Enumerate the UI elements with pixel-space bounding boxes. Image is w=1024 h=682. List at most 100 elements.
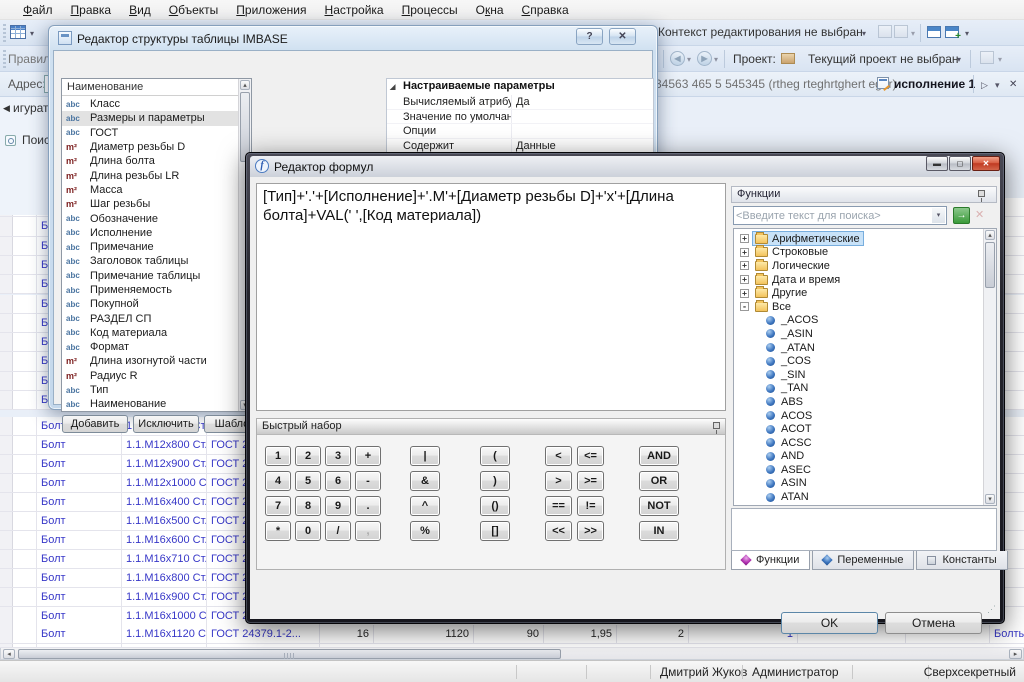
- keypad-button[interactable]: 1: [265, 446, 291, 466]
- keypad-button[interactable]: 4: [265, 471, 291, 491]
- keypad-button[interactable]: 8: [295, 496, 321, 516]
- chevron-down-icon[interactable]: ▾: [932, 208, 945, 223]
- list-header[interactable]: Наименование: [62, 79, 239, 96]
- document-tab[interactable]: 34563 465 5 545345 (rtheg rteghrtghert e…: [655, 77, 897, 91]
- attribute-item[interactable]: abcРазмеры и параметры: [62, 111, 239, 125]
- maximize-button[interactable]: ◻: [949, 156, 971, 171]
- keypad-button[interactable]: ==: [545, 496, 572, 516]
- chevron-down-icon[interactable]: ▾: [957, 55, 961, 64]
- keypad-button[interactable]: 7: [265, 496, 291, 516]
- project-combo[interactable]: Текущий проект не выбран: [808, 52, 959, 66]
- attribute-item[interactable]: m²Масса: [62, 183, 239, 197]
- attribute-item[interactable]: m²Радиус R: [62, 369, 239, 383]
- property-row[interactable]: Вычисляемый атрибутДа: [387, 95, 653, 110]
- close-tab-icon[interactable]: ✕: [1009, 79, 1017, 90]
- tree-function[interactable]: _ATAN: [736, 341, 972, 355]
- tree-scrollbar[interactable]: ▴ ▾: [983, 229, 996, 505]
- keypad-button[interactable]: <: [545, 446, 572, 466]
- expand-icon[interactable]: +: [740, 289, 749, 298]
- tree-category[interactable]: +Строковые: [736, 246, 972, 260]
- close-button[interactable]: ✕: [972, 156, 1000, 171]
- menu-item-2[interactable]: Вид: [120, 1, 160, 19]
- chevron-down-icon[interactable]: ▾: [30, 29, 34, 38]
- keypad-button[interactable]: NOT: [639, 496, 679, 516]
- dialog-titlebar[interactable]: f Редактор формул: [250, 156, 1000, 177]
- tree-function[interactable]: ABS: [736, 395, 972, 409]
- next-tab-icon[interactable]: ▷: [981, 80, 988, 91]
- keypad-button[interactable]: AND: [639, 446, 679, 466]
- tree-function[interactable]: ACOT: [736, 422, 972, 436]
- keypad-button[interactable]: ^: [410, 496, 440, 516]
- tree-function[interactable]: ACSC: [736, 436, 972, 450]
- resize-grip[interactable]: ⋰: [987, 604, 996, 615]
- category-row[interactable]: Строковые: [753, 246, 831, 259]
- keypad-button[interactable]: IN: [639, 521, 679, 541]
- scroll-up-icon[interactable]: ▴: [985, 230, 995, 240]
- keypad-button[interactable]: >: [545, 471, 572, 491]
- attribute-item[interactable]: abcКласс: [62, 97, 239, 111]
- keypad-button[interactable]: !=: [577, 496, 604, 516]
- active-document-tab[interactable]: исполнение 1: [894, 77, 975, 91]
- keypad-button[interactable]: &: [410, 471, 440, 491]
- tree-category[interactable]: +Арифметические: [736, 232, 972, 246]
- keypad-button[interactable]: []: [480, 521, 510, 541]
- property-category[interactable]: Настраиваемые параметры: [387, 79, 653, 95]
- attribute-item[interactable]: abcФормат: [62, 340, 239, 354]
- keypad-button[interactable]: %: [410, 521, 440, 541]
- chevron-down-icon[interactable]: ▾: [911, 29, 915, 38]
- document-icon[interactable]: [878, 25, 892, 38]
- keypad-button[interactable]: <=: [577, 446, 604, 466]
- attribute-item[interactable]: abcТип: [62, 383, 239, 397]
- keypad-button[interactable]: 5: [295, 471, 321, 491]
- tree-category[interactable]: +Дата и время: [736, 273, 972, 287]
- attribute-item[interactable]: abcНаименование: [62, 397, 239, 411]
- attribute-item[interactable]: abcЗаголовок таблицы: [62, 254, 239, 268]
- toolbar-grip[interactable]: [3, 50, 6, 68]
- window-icon[interactable]: [927, 26, 941, 38]
- attribute-item[interactable]: m²Диаметр резьбы D: [62, 140, 239, 154]
- close-button[interactable]: ✕: [609, 28, 636, 45]
- chevron-down-icon[interactable]: ▾: [965, 29, 969, 38]
- clear-search-icon[interactable]: ✕: [975, 208, 984, 221]
- formula-input[interactable]: [Тип]+'.'+[Исполнение]+'.М'+[Диаметр рез…: [256, 183, 726, 411]
- category-row[interactable]: Дата и время: [753, 273, 843, 286]
- tree-function[interactable]: ACOS: [736, 409, 972, 423]
- tree-function[interactable]: _SIN: [736, 368, 972, 382]
- dock-tab-0[interactable]: Функции: [731, 551, 810, 570]
- menu-item-7[interactable]: Окна: [467, 1, 513, 19]
- attribute-item[interactable]: m²Длина резьбы LR: [62, 168, 239, 182]
- keypad-button[interactable]: ,: [355, 521, 381, 541]
- dock-tab-1[interactable]: Переменные: [812, 551, 914, 570]
- keypad-button[interactable]: ): [480, 471, 510, 491]
- collapse-icon[interactable]: -: [740, 302, 749, 311]
- tree-function[interactable]: _ACOS: [736, 314, 972, 328]
- attribute-item[interactable]: abcИсполнение: [62, 226, 239, 240]
- attribute-item[interactable]: m²Длина изогнутой части: [62, 354, 239, 368]
- keypad-button[interactable]: 9: [325, 496, 351, 516]
- scroll-down-icon[interactable]: ▾: [985, 494, 995, 504]
- keypad-button[interactable]: >>: [577, 521, 604, 541]
- window-add-icon[interactable]: [945, 26, 959, 38]
- cancel-button[interactable]: Отмена: [885, 612, 982, 634]
- keypad-button[interactable]: (: [480, 446, 510, 466]
- tree-function[interactable]: _ASIN: [736, 327, 972, 341]
- menu-item-0[interactable]: Файл: [14, 1, 62, 19]
- function-search-combo[interactable]: ▾: [733, 206, 947, 225]
- attribute-item[interactable]: abcПрименяемость: [62, 283, 239, 297]
- keypad-button[interactable]: <<: [545, 521, 572, 541]
- keypad-button[interactable]: 3: [325, 446, 351, 466]
- back-icon[interactable]: ◀: [670, 51, 685, 66]
- dock-tab-2[interactable]: Константы: [916, 551, 1007, 570]
- tree-function[interactable]: ASIN: [736, 477, 972, 491]
- search-go-button[interactable]: →: [953, 207, 970, 224]
- attribute-item[interactable]: abcРАЗДЕЛ СП: [62, 311, 239, 325]
- search-input[interactable]: [736, 208, 932, 223]
- keypad-button[interactable]: >=: [577, 471, 604, 491]
- keypad-button[interactable]: *: [265, 521, 291, 541]
- forward-icon[interactable]: ▶: [697, 51, 712, 66]
- tree-function[interactable]: _COS: [736, 354, 972, 368]
- category-row[interactable]: Другие: [753, 287, 810, 300]
- document-edit-icon[interactable]: [894, 25, 908, 38]
- expand-icon[interactable]: +: [740, 234, 749, 243]
- attribute-item[interactable]: m²Шаг резьбы: [62, 197, 239, 211]
